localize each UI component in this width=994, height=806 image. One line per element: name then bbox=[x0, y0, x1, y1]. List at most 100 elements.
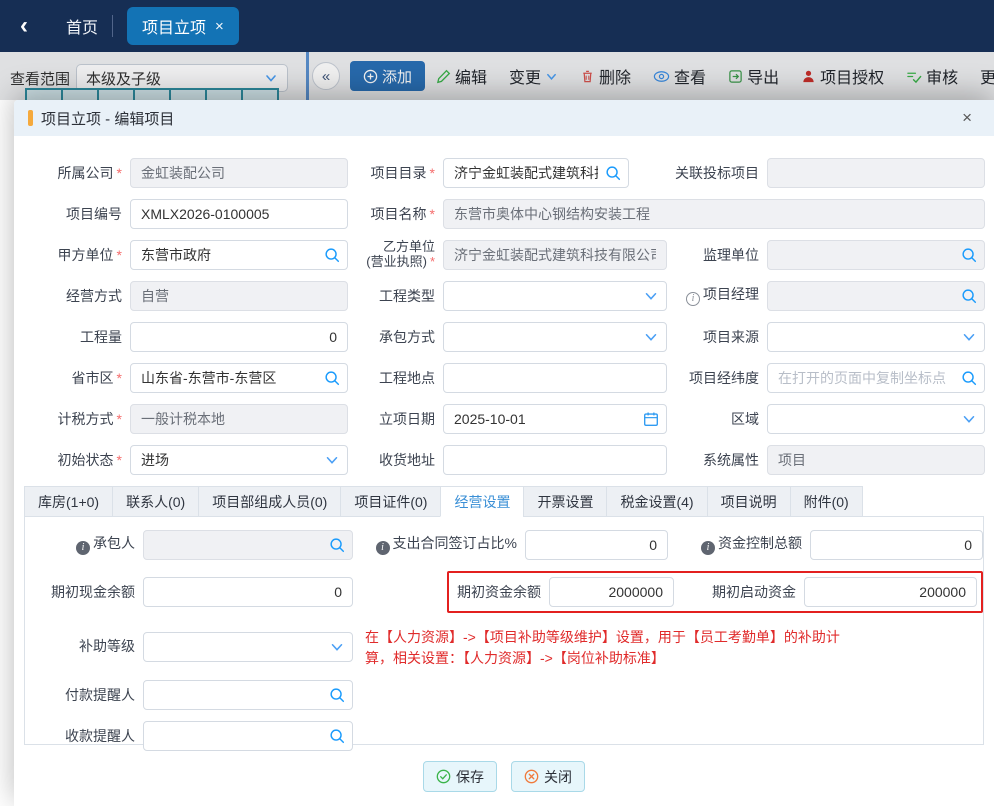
subsidy-label: 补助等级 bbox=[25, 638, 143, 654]
status-select[interactable] bbox=[130, 445, 348, 475]
chevron-down-icon bbox=[264, 71, 278, 85]
region-field[interactable] bbox=[130, 363, 348, 393]
edit-project-modal: 项目立项 - 编辑项目 × 所属公司* 项目目录* 关联投标项目 项目编号 项目… bbox=[14, 100, 994, 806]
more-button[interactable]: 更多 bbox=[980, 64, 994, 88]
pm-field bbox=[767, 281, 985, 311]
panel-row: 收款提醒人 bbox=[25, 721, 983, 751]
area-select[interactable] bbox=[767, 404, 985, 434]
tab-contacts[interactable]: 联系人(0) bbox=[112, 486, 199, 517]
contractor-field bbox=[143, 530, 353, 560]
back-chevron-icon[interactable]: ‹ bbox=[20, 14, 28, 38]
plus-circle-icon bbox=[363, 69, 378, 84]
check-circle-icon bbox=[436, 769, 451, 784]
close-button[interactable]: 关闭 bbox=[511, 761, 585, 792]
tax-field bbox=[130, 404, 348, 434]
search-icon[interactable] bbox=[604, 164, 622, 182]
search-icon[interactable] bbox=[323, 246, 341, 264]
tab-invoice-settings[interactable]: 开票设置 bbox=[523, 486, 607, 517]
search-icon[interactable] bbox=[960, 246, 978, 264]
form-row: 省市区* 工程地点 项目经纬度 bbox=[18, 363, 994, 393]
form-row: 项目编号 项目名称* bbox=[18, 199, 994, 229]
tab-business-settings[interactable]: 经营设置 bbox=[440, 486, 524, 517]
delete-button[interactable]: 删除 bbox=[580, 64, 631, 88]
chevron-down-icon[interactable] bbox=[642, 328, 660, 346]
close-modal-icon[interactable]: × bbox=[954, 108, 980, 128]
tab-warehouse[interactable]: 库房(1+0) bbox=[24, 486, 113, 517]
search-icon[interactable] bbox=[323, 369, 341, 387]
chevron-down-icon bbox=[545, 70, 558, 83]
project-authorize-button[interactable]: 项目授权 bbox=[801, 64, 884, 88]
location-field[interactable] bbox=[443, 363, 667, 393]
tab-description[interactable]: 项目说明 bbox=[707, 486, 791, 517]
party-b-field bbox=[443, 240, 667, 270]
source-select[interactable] bbox=[767, 322, 985, 352]
edit-button[interactable]: 编辑 bbox=[436, 64, 487, 88]
export-button[interactable]: 导出 bbox=[728, 64, 779, 88]
search-icon[interactable] bbox=[328, 686, 346, 704]
add-button[interactable]: 添加 bbox=[350, 61, 425, 91]
party-a-field[interactable] bbox=[130, 240, 348, 270]
close-tab-icon[interactable]: × bbox=[215, 18, 224, 35]
audit-button[interactable]: 审核 bbox=[906, 64, 958, 88]
catalog-field[interactable] bbox=[443, 158, 629, 188]
tab-label: 项目立项 bbox=[142, 14, 206, 38]
highlighted-fields-box: 期初资金余额 期初启动资金 bbox=[447, 571, 983, 613]
contract-mode-select[interactable] bbox=[443, 322, 667, 352]
startup-fund-field[interactable] bbox=[804, 577, 977, 607]
chevron-down-icon[interactable] bbox=[642, 287, 660, 305]
cash-init-field[interactable] bbox=[143, 577, 353, 607]
calendar-icon[interactable] bbox=[642, 410, 660, 428]
company-label: 所属公司* bbox=[18, 165, 130, 181]
chevron-down-icon[interactable] bbox=[960, 328, 978, 346]
audit-check-icon bbox=[906, 69, 922, 84]
top-navigation-bar: ‹ 首页 项目立项 × bbox=[0, 0, 994, 52]
sysattr-label: 系统属性 bbox=[667, 452, 767, 468]
eng-type-label: 工程类型 bbox=[348, 288, 443, 304]
code-field[interactable] bbox=[130, 199, 348, 229]
form-row: 工程量 承包方式 项目来源 bbox=[18, 322, 994, 352]
chevron-down-icon[interactable] bbox=[328, 638, 346, 656]
address-field[interactable] bbox=[443, 445, 667, 475]
business-settings-panel: i承包人 i支出合同签订占比% i资金控制总额 期初现金余额 期初资金余额 期初… bbox=[24, 516, 984, 745]
fund-init-field[interactable] bbox=[549, 577, 674, 607]
tab-certificates[interactable]: 项目证件(0) bbox=[340, 486, 441, 517]
tab-project-initiation[interactable]: 项目立项 × bbox=[127, 7, 239, 45]
search-icon[interactable] bbox=[328, 536, 346, 554]
eng-type-select[interactable] bbox=[443, 281, 667, 311]
ratio-field[interactable] bbox=[525, 530, 668, 560]
export-icon bbox=[728, 69, 743, 84]
bid-label: 关联投标项目 bbox=[629, 165, 767, 181]
search-icon[interactable] bbox=[960, 287, 978, 305]
date-field[interactable] bbox=[443, 404, 667, 434]
save-button[interactable]: 保存 bbox=[423, 761, 497, 792]
subsidy-select[interactable] bbox=[143, 632, 353, 662]
tab-home[interactable]: 首页 bbox=[66, 14, 98, 38]
quantity-field[interactable] bbox=[130, 322, 348, 352]
eye-icon bbox=[653, 69, 670, 84]
form-row: 计税方式* 立项日期 区域 bbox=[18, 404, 994, 434]
fund-total-field[interactable] bbox=[810, 530, 983, 560]
catalog-label: 项目目录* bbox=[348, 165, 443, 181]
search-icon[interactable] bbox=[328, 727, 346, 745]
recv-reminder-field[interactable] bbox=[143, 721, 353, 751]
chevron-down-icon[interactable] bbox=[323, 451, 341, 469]
trash-icon bbox=[580, 69, 595, 84]
form-row: 所属公司* 项目目录* 关联投标项目 bbox=[18, 158, 994, 188]
pay-reminder-field[interactable] bbox=[143, 680, 353, 710]
address-label: 收货地址 bbox=[348, 452, 443, 468]
startup-fund-label: 期初启动资金 bbox=[674, 584, 804, 600]
panel-row: 期初现金余额 期初资金余额 期初启动资金 bbox=[25, 571, 983, 613]
latlng-field[interactable] bbox=[767, 363, 985, 393]
collapse-panel-button[interactable]: « bbox=[312, 62, 340, 90]
tab-members[interactable]: 项目部组成人员(0) bbox=[198, 486, 341, 517]
tab-attachments[interactable]: 附件(0) bbox=[790, 486, 863, 517]
view-button[interactable]: 查看 bbox=[653, 64, 706, 88]
chevron-down-icon[interactable] bbox=[960, 410, 978, 428]
change-button[interactable]: 变更 bbox=[509, 64, 558, 88]
name-field bbox=[443, 199, 985, 229]
panel-row: i承包人 i支出合同签订占比% i资金控制总额 bbox=[25, 530, 983, 560]
tab-tax-settings[interactable]: 税金设置(4) bbox=[606, 486, 707, 517]
search-icon[interactable] bbox=[960, 369, 978, 387]
fund-total-label: i资金控制总额 bbox=[668, 535, 810, 555]
name-label: 项目名称* bbox=[348, 206, 443, 222]
